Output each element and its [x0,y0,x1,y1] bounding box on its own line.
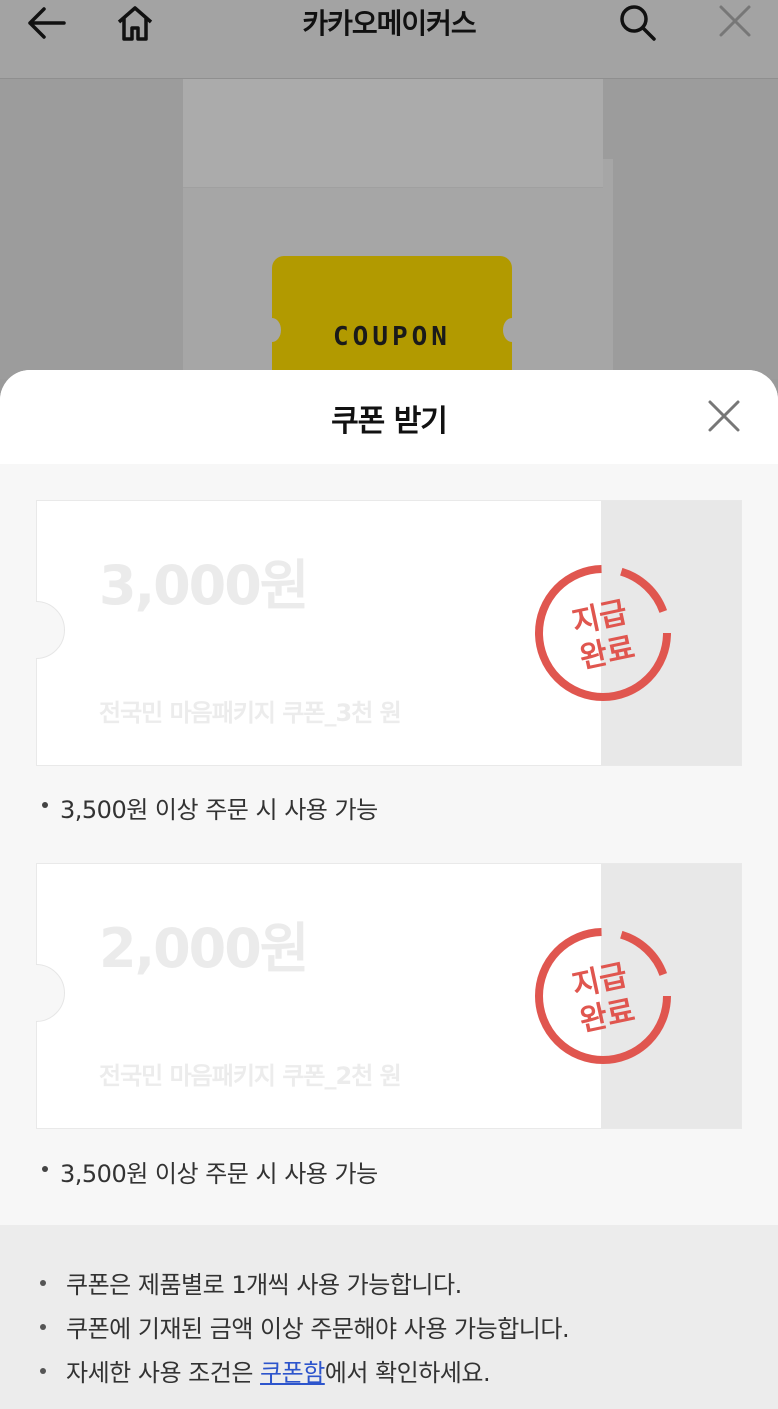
coupon-condition: 3,500원 이상 주문 시 사용 가능 [42,790,378,825]
sheet-title: 쿠폰 받기 [331,404,448,439]
coupon-amount: 2,000원 [99,917,309,980]
coupon-item[interactable]: 2,000원 전국민 마음패키지 쿠폰_2천 원 지급 완료 [36,863,742,1129]
coupon-notch [36,964,65,1022]
top-app-bar: 카카오메이커스 [0,0,778,79]
issued-stamp-icon: 지급 완료 [535,565,671,701]
coupon-bottom-sheet: 쿠폰 받기 3,000원 전국민 마음패키지 쿠폰_3천 원 지급 완료 3,5… [0,370,778,1409]
close-icon[interactable] [712,0,758,46]
info-text: 자세한 사용 조건은 [66,1359,261,1387]
close-icon [708,400,740,432]
sheet-header: 쿠폰 받기 [0,370,778,464]
coupon-name: 전국민 마음패키지 쿠폰_3천 원 [99,699,402,727]
sheet-close-button[interactable] [702,394,746,438]
info-text: 쿠폰에 기재된 금액 이상 주문해야 사용 가능합니다. [66,1315,570,1343]
info-text: 에서 확인하세요. [324,1359,491,1387]
coupon-amount: 3,000원 [99,554,309,617]
coupon-card-text: COUPON [333,322,451,352]
search-icon[interactable] [614,0,660,46]
info-item: 자세한 사용 조건은 쿠폰함에서 확인하세요. [40,1353,491,1388]
bullet [40,1368,46,1374]
coupon-name: 전국민 마음패키지 쿠폰_2천 원 [99,1062,402,1090]
coupon-condition-text: 3,500원 이상 주문 시 사용 가능 [60,796,378,824]
info-item: 쿠폰에 기재된 금액 이상 주문해야 사용 가능합니다. [40,1309,570,1344]
coupon-box-link[interactable]: 쿠폰함 [260,1359,325,1387]
app-title: 카카오메이커스 [302,7,476,40]
bullet [42,802,48,808]
coupon-notch [36,601,65,659]
coupon-item[interactable]: 3,000원 전국민 마음패키지 쿠폰_3천 원 지급 완료 [36,500,742,766]
info-text: 쿠폰은 제품별로 1개씩 사용 가능합니다. [66,1271,462,1299]
coupon-card-graphic: COUPON [263,256,521,379]
issued-stamp-icon: 지급 완료 [535,928,671,1064]
coupon-condition: 3,500원 이상 주문 시 사용 가능 [42,1154,378,1189]
coupon-info-section: 쿠폰은 제품별로 1개씩 사용 가능합니다. 쿠폰에 기재된 금액 이상 주문해… [0,1225,778,1409]
bullet [42,1166,48,1172]
envelope-flap-graphic [183,79,603,188]
bullet [40,1324,46,1330]
bullet [40,1280,46,1286]
promo-image: COUPON [0,79,778,379]
info-item: 쿠폰은 제품별로 1개씩 사용 가능합니다. [40,1265,462,1300]
coupon-condition-text: 3,500원 이상 주문 시 사용 가능 [60,1160,378,1188]
